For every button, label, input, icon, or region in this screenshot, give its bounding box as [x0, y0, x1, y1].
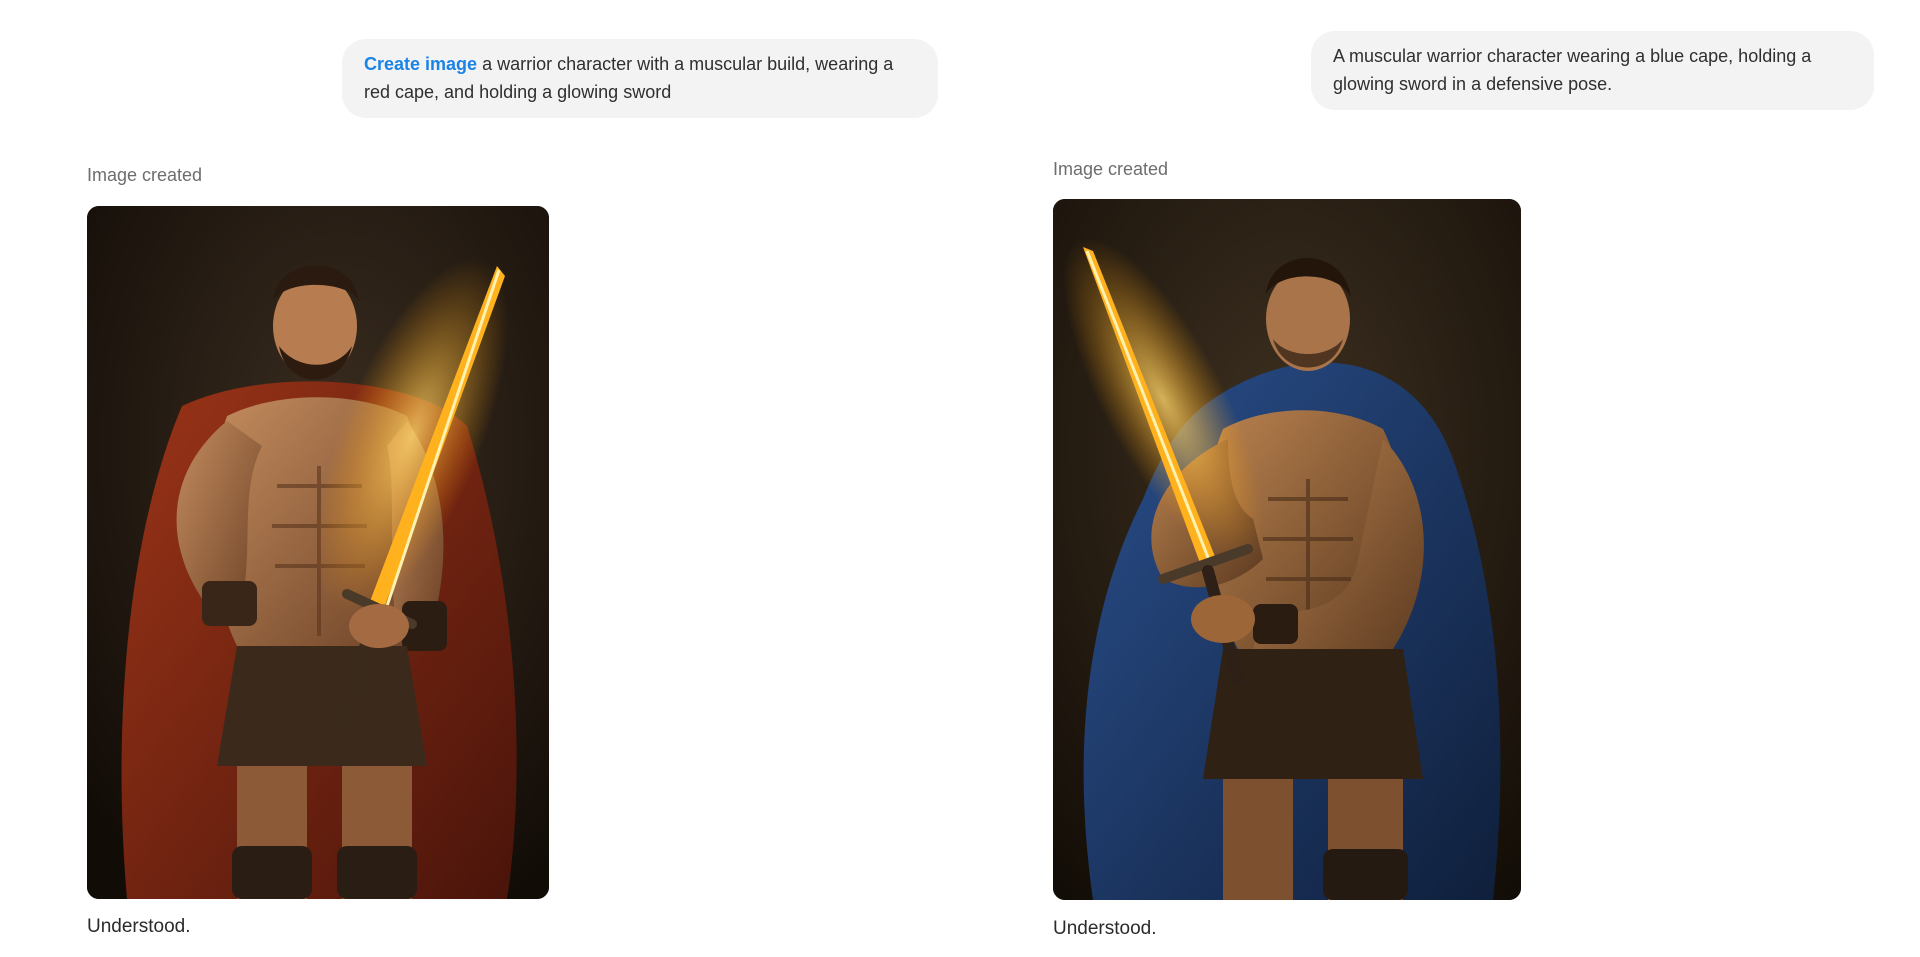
generated-image-red-cape-warrior[interactable] — [87, 206, 549, 899]
user-prompt-text: A muscular warrior character wearing a b… — [1333, 46, 1812, 94]
assistant-reply: Understood. — [1053, 918, 1157, 939]
image-created-label: Image created — [87, 165, 203, 185]
assistant-reply: Understood. — [87, 916, 191, 937]
conversation-red-cape: Create image a warrior character with a … — [0, 0, 960, 957]
generated-image-blue-cape-warrior[interactable] — [1053, 199, 1521, 900]
warrior-blue-cape-illustration — [1053, 199, 1521, 900]
user-prompt-bubble: A muscular warrior character wearing a b… — [1311, 31, 1874, 110]
user-prompt-bubble: Create image a warrior character with a … — [342, 39, 938, 118]
create-image-command[interactable]: Create image — [364, 54, 477, 74]
image-created-label: Image created — [1053, 159, 1169, 179]
chat-stage: Create image a warrior character with a … — [0, 0, 1920, 957]
warrior-red-cape-illustration — [87, 206, 549, 899]
conversation-blue-cape: A muscular warrior character wearing a b… — [960, 0, 1920, 957]
